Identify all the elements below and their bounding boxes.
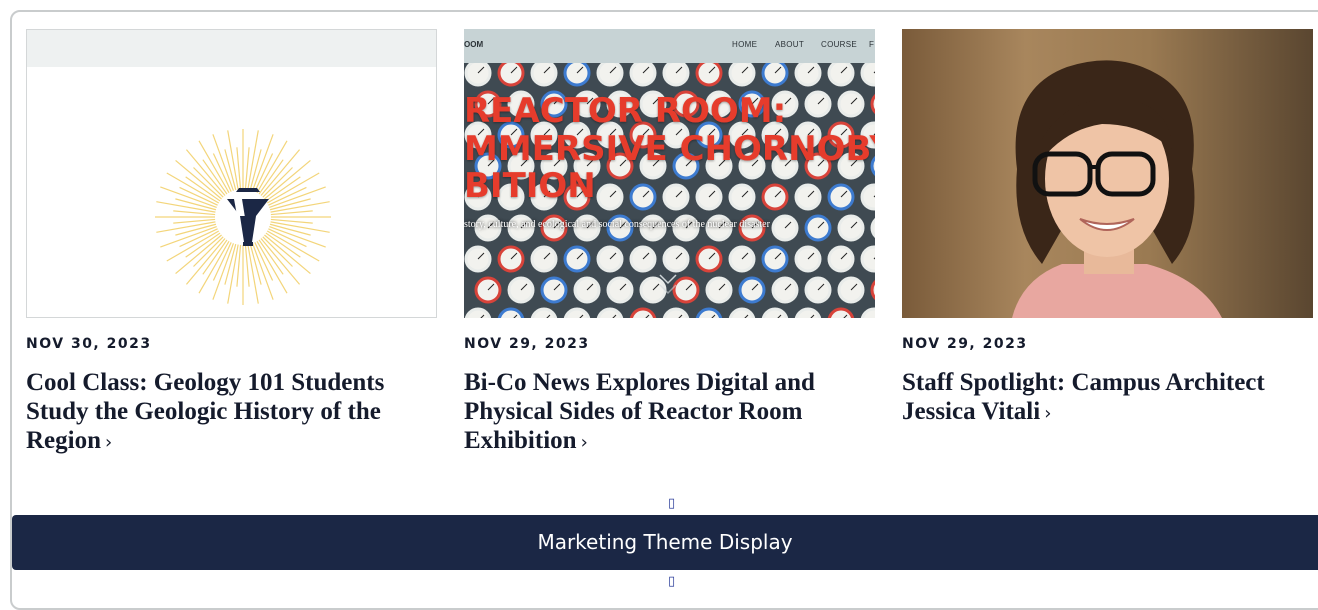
scroll-down-chevron-icon (659, 274, 677, 295)
lamp-icon (155, 129, 331, 305)
reactor-brand: OOM (464, 40, 484, 49)
marketing-theme-display-label: Marketing Theme Display (537, 530, 793, 554)
card-date: NOV 29, 2023 (464, 336, 590, 352)
news-card-staff-spotlight[interactable] (902, 29, 1313, 318)
card-thumbnail[interactable] (902, 29, 1313, 318)
card-title-link[interactable]: Bi-Co News Explores Digital and Physical… (464, 368, 844, 457)
news-card-reactor[interactable]: OOM HOME ABOUT COURSE F REACTOR ROOM: MM… (464, 29, 875, 318)
card-title-link[interactable]: Cool Class: Geology 101 Students Study t… (26, 368, 406, 457)
card-title[interactable]: Cool Class: Geology 101 Students Study t… (26, 369, 384, 454)
chevron-right-icon: › (580, 432, 588, 453)
portrait-photo (1012, 60, 1222, 318)
card-title[interactable]: Bi-Co News Explores Digital and Physical… (464, 369, 815, 454)
reactor-nav-item: HOME (732, 40, 758, 49)
chevron-right-icon: › (1044, 403, 1052, 424)
reactor-heading-line: REACTOR ROOM: (464, 91, 787, 131)
card-title-link[interactable]: Staff Spotlight: Campus Architect Jessic… (902, 368, 1282, 428)
card-thumbnail[interactable]: OOM HOME ABOUT COURSE F REACTOR ROOM: MM… (464, 29, 875, 318)
reactor-heading-line: MMERSIVE CHORNOBYL (464, 129, 875, 169)
missing-glyph-icon: ▯ (668, 496, 676, 511)
marketing-theme-display-bar[interactable]: Marketing Theme Display (12, 515, 1318, 570)
reactor-subtitle: story, culture, and ecological and socia… (464, 219, 770, 230)
news-card-geology[interactable] (26, 29, 437, 318)
reactor-heading-line: BITION (464, 166, 596, 206)
chevron-right-icon: › (105, 432, 113, 453)
missing-glyph-icon: ▯ (668, 574, 676, 589)
reactor-nav-item: COURSE (821, 40, 858, 49)
reactor-nav-item: ABOUT (775, 40, 805, 49)
reactor-site-header: OOM HOME ABOUT COURSE F (464, 29, 875, 63)
card-date: NOV 29, 2023 (902, 336, 1028, 352)
card-title[interactable]: Staff Spotlight: Campus Architect Jessic… (902, 369, 1265, 425)
reactor-nav-item: F (869, 40, 875, 49)
card-date: NOV 30, 2023 (26, 336, 152, 352)
card-thumbnail[interactable] (26, 29, 437, 318)
